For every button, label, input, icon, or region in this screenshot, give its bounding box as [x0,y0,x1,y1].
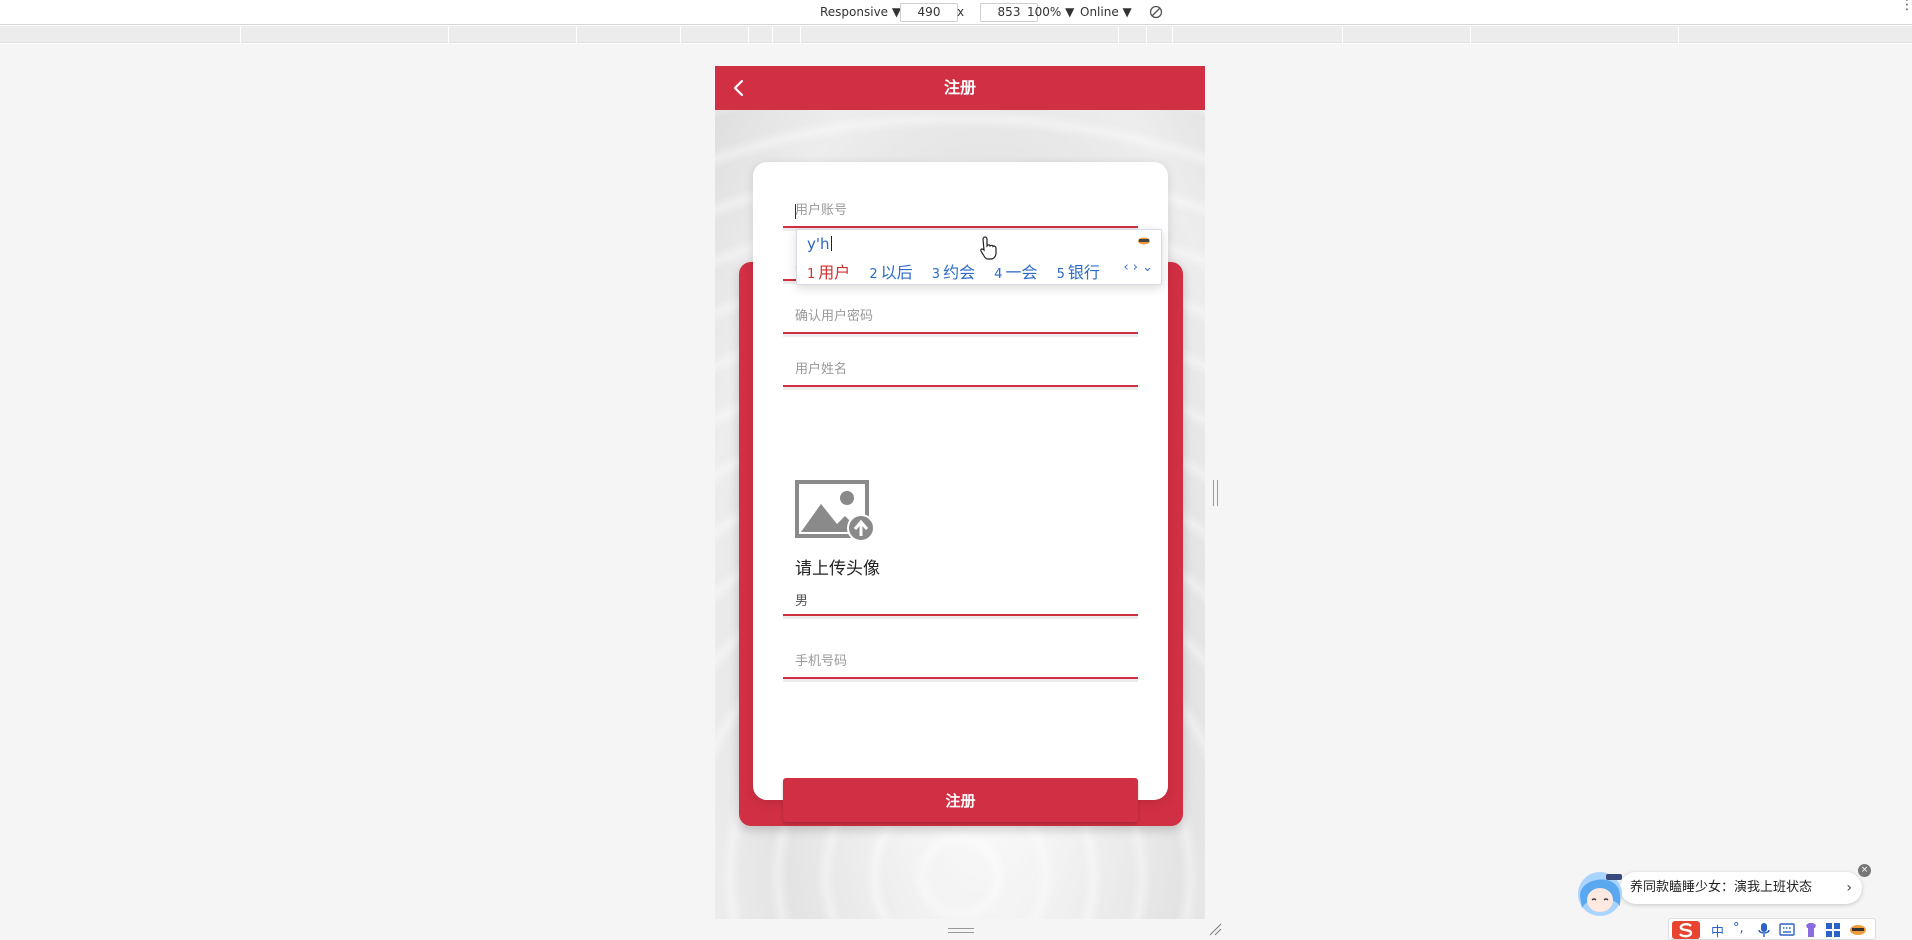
ruler-tick [800,26,801,43]
ime-mascot-icon[interactable] [1849,924,1867,936]
ime-status-toolbar: 中 °, [1668,918,1876,940]
image-upload-icon[interactable] [795,480,875,542]
ime-skin-icon [1138,237,1150,245]
confirm-password-field[interactable] [783,300,1138,334]
ime-candidate[interactable]: 5 银行 [1057,259,1100,283]
ruler-tick [1118,26,1119,43]
keyboard-icon[interactable] [1779,923,1795,936]
devtools-device-toolbar: Responsive ▼ 490 x 853 100% ▼ Online ▼ ⋮ [0,0,1912,25]
ime-candidate[interactable]: 1 用户 [807,259,850,283]
notification-pill[interactable]: 养同款瞌睡少女：演我上班状态 › [1620,872,1862,904]
dimension-separator: x [957,5,965,19]
anime-avatar [1578,872,1622,916]
app-header: 注册 [715,66,1205,110]
ruler-tick [680,26,681,43]
media-query-ruler [0,26,1912,43]
skin-icon[interactable] [1803,922,1819,938]
sogou-logo-icon[interactable] [1671,920,1701,940]
hand-cursor-icon [980,236,997,260]
upload-avatar-label: 请上传头像 [795,559,880,579]
promo-notification: 养同款瞌睡少女：演我上班状态 › × [1574,864,1871,916]
ime-candidate[interactable]: 2 以后 [869,259,912,283]
name-input[interactable] [783,353,1138,385]
ime-candidate[interactable]: 3 约会 [932,259,975,283]
ruler-tick [1172,26,1173,43]
account-field[interactable] [783,194,1138,228]
ruler-tick [240,26,241,43]
network-throttle-dropdown[interactable]: Online ▼ [1080,4,1132,21]
name-field[interactable] [783,353,1138,387]
ime-mode-toggle[interactable]: 中 [1711,921,1724,940]
viewport-corner-resize-icon[interactable] [1208,922,1222,936]
gender-value: 男 [795,594,809,609]
device-mode-dropdown[interactable]: Responsive ▼ [820,4,901,21]
ime-candidate[interactable]: 4 一会 [994,259,1037,283]
phone-field[interactable] [783,645,1138,679]
back-arrow-icon[interactable] [729,78,749,98]
ruler-tick [448,26,449,43]
ime-composition-text: y'h [807,235,830,253]
close-icon[interactable]: × [1858,864,1871,877]
text-caret [795,204,796,219]
microphone-icon[interactable] [1757,922,1771,938]
viewport-width-resize-handle[interactable] [1213,480,1218,506]
viewport-width-input[interactable]: 490 [900,3,958,22]
ime-page-nav[interactable]: ‹ › ⌄ [1123,260,1153,275]
notification-text: 养同款瞌睡少女：演我上班状态 [1630,880,1813,895]
ruler-tick [1342,26,1343,43]
viewport-height-resize-handle[interactable] [948,928,974,933]
phone-input[interactable] [783,645,1138,677]
register-button[interactable]: 注册 [783,778,1138,822]
ruler-tick [1470,26,1471,43]
more-options-icon[interactable]: ⋮ [1900,0,1912,12]
toolbox-grid-icon[interactable] [1825,922,1841,938]
ruler-tick [576,26,577,43]
ime-composition: y'h [807,235,832,253]
phone-viewport: 注册 请上传头像 男 注册 [715,66,1205,919]
chevron-right-icon: › [1846,880,1852,896]
ruler-tick [748,26,749,43]
page-title: 注册 [943,78,976,97]
ime-candidate-list: 1 用户 2 以后 3 约会 4 一会 5 银行 [807,259,1114,283]
ruler-tick [1146,26,1147,43]
account-input[interactable] [783,194,1138,226]
gender-field[interactable]: 男 [783,582,1138,616]
zoom-dropdown[interactable]: 100% ▼ [1027,4,1074,21]
ime-punctuation-toggle[interactable]: °, [1733,921,1744,936]
ruler-tick [772,26,773,43]
ruler-tick [1678,26,1679,43]
confirm-password-input[interactable] [783,300,1138,332]
rotate-disabled-icon[interactable] [1149,5,1163,19]
